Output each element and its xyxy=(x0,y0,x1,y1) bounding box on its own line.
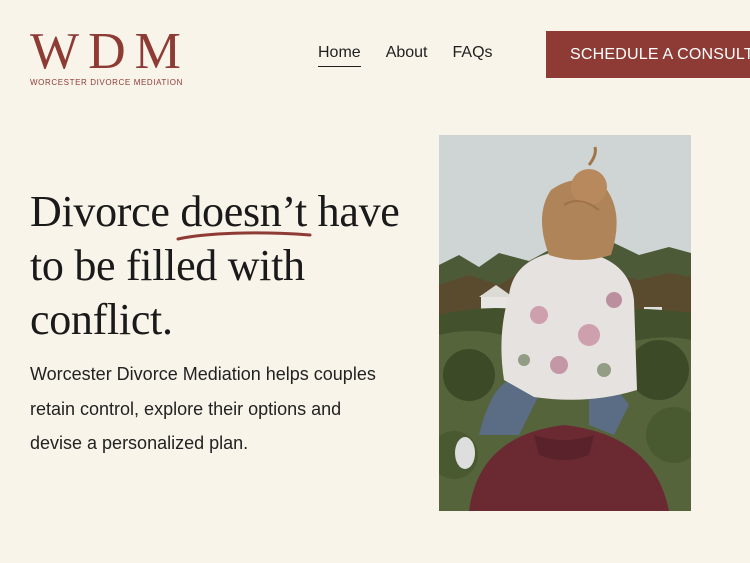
hero-subtext: Worcester Divorce Mediation helps couple… xyxy=(30,364,376,453)
logo-mark: WDM xyxy=(30,23,190,80)
hero-headline: Divorce doesn’t have to be filled with c… xyxy=(30,185,430,347)
headline-emphasis-wrap: doesn’t xyxy=(176,185,312,241)
main-nav: Home About FAQs xyxy=(318,44,493,67)
hero-photo xyxy=(439,135,691,511)
schedule-consultation-button[interactable]: SCHEDULE A CONSULTATION xyxy=(546,31,750,78)
underline-swash xyxy=(176,231,312,241)
child-on-shoulders-photo xyxy=(439,135,691,511)
nav-about-link[interactable]: About xyxy=(386,44,428,67)
headline-start: Divorce xyxy=(30,187,181,236)
logo-subtitle: WORCESTER DIVORCE MEDIATION xyxy=(30,78,183,87)
brand-logo[interactable]: WDM WORCESTER DIVORCE MEDIATION xyxy=(30,23,200,88)
nav-faqs-link[interactable]: FAQs xyxy=(453,44,493,67)
nav-home-link[interactable]: Home xyxy=(318,44,361,67)
